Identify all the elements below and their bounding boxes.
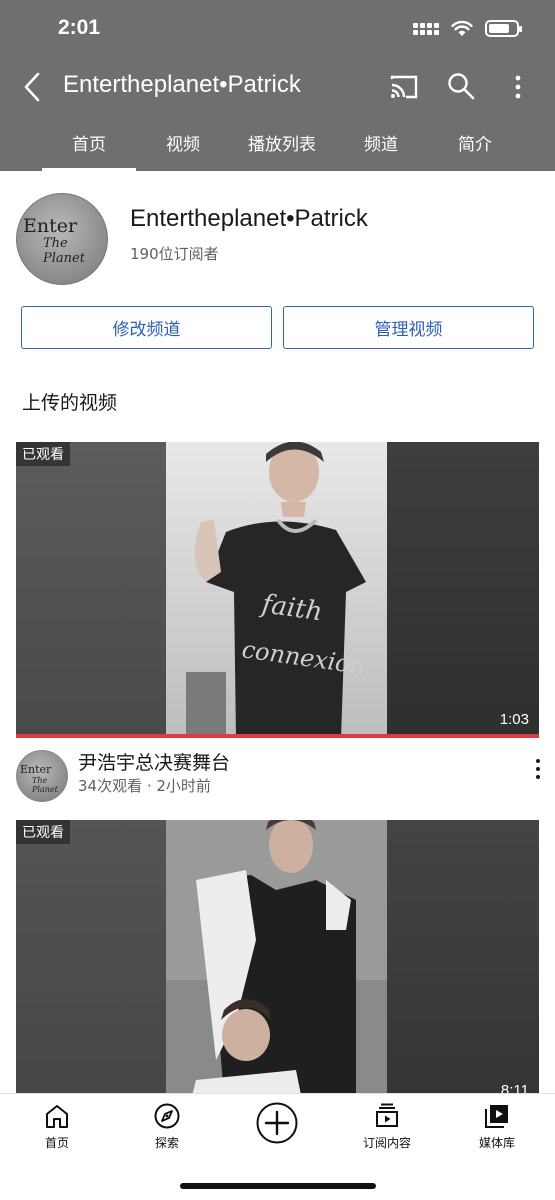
app-bar: Entertheplanet•Patrick (0, 60, 555, 114)
channel-logo: Enter The Planet (23, 215, 85, 266)
nav-subscriptions-label: 订阅内容 (362, 1136, 411, 1150)
home-icon (46, 1105, 68, 1128)
nav-library-label: 媒体库 (478, 1136, 515, 1150)
watched-badge: 已观看 (16, 820, 70, 844)
subscriber-count: 190位订阅者 (130, 245, 219, 263)
watch-progress-bar (16, 734, 539, 738)
video-duration: 8:11 (500, 1082, 529, 1093)
watched-badge: 已观看 (16, 442, 70, 466)
nav-explore-label: 探索 (154, 1136, 179, 1150)
library-icon (485, 1105, 508, 1128)
cast-icon[interactable] (388, 72, 420, 102)
video-title[interactable]: 尹浩宇总决赛舞台 (78, 748, 230, 775)
manage-videos-button[interactable]: 管理视频 (283, 306, 534, 349)
tab-videos[interactable]: 视频 (146, 114, 220, 171)
explore-icon (154, 1103, 180, 1129)
nav-home-label: 首页 (44, 1136, 69, 1150)
appbar-title: Entertheplanet•Patrick (63, 71, 301, 98)
tab-channels[interactable]: 频道 (344, 114, 418, 171)
channel-name: Entertheplanet•Patrick (130, 205, 368, 232)
thumbnail-image: faith connexion (166, 442, 387, 738)
video-meta: 34次观看 · 2小时前 (78, 777, 211, 795)
nav-library[interactable]: 媒体库 (452, 1102, 542, 1151)
status-time: 2:01 (58, 16, 101, 39)
wifi-icon (451, 20, 473, 36)
nav-subscriptions[interactable]: 订阅内容 (342, 1102, 432, 1151)
tab-about[interactable]: 简介 (438, 114, 512, 171)
video-more-icon[interactable] (533, 758, 543, 780)
status-icons (413, 20, 522, 37)
video-duration: 1:03 (499, 711, 529, 728)
signal-icon (413, 22, 439, 35)
thumbnail-image (166, 820, 387, 1093)
create-icon[interactable] (256, 1102, 298, 1144)
battery-icon (485, 20, 522, 37)
edit-channel-button[interactable]: 修改频道 (21, 306, 272, 349)
home-indicator (180, 1183, 376, 1189)
tab-playlists[interactable]: 播放列表 (232, 114, 332, 171)
channel-tabs: 首页 视频 播放列表 频道 简介 (0, 114, 555, 171)
status-bar: 2:01 (0, 0, 555, 60)
nav-explore[interactable]: 探索 (122, 1102, 212, 1151)
channel-avatar: Enter The Planet (16, 193, 108, 285)
nav-home[interactable]: 首页 (12, 1102, 102, 1151)
uploads-section-title: 上传的视频 (22, 392, 118, 414)
video-thumbnail[interactable]: 已观看 8:11 (16, 820, 539, 1093)
tab-home[interactable]: 首页 (42, 114, 136, 171)
more-vert-icon[interactable] (507, 73, 529, 101)
video-item[interactable]: faith connexion 已观看 1:03 Enter The Plane… (16, 442, 540, 812)
subscriptions-icon (376, 1103, 398, 1127)
back-arrow-icon[interactable] (18, 70, 48, 104)
video-item[interactable]: 已观看 8:11 (16, 820, 539, 1093)
video-thumbnail[interactable]: faith connexion 已观看 1:03 (16, 442, 539, 738)
search-icon[interactable] (446, 71, 476, 101)
video-channel-avatar[interactable]: Enter The Planet (16, 750, 68, 802)
